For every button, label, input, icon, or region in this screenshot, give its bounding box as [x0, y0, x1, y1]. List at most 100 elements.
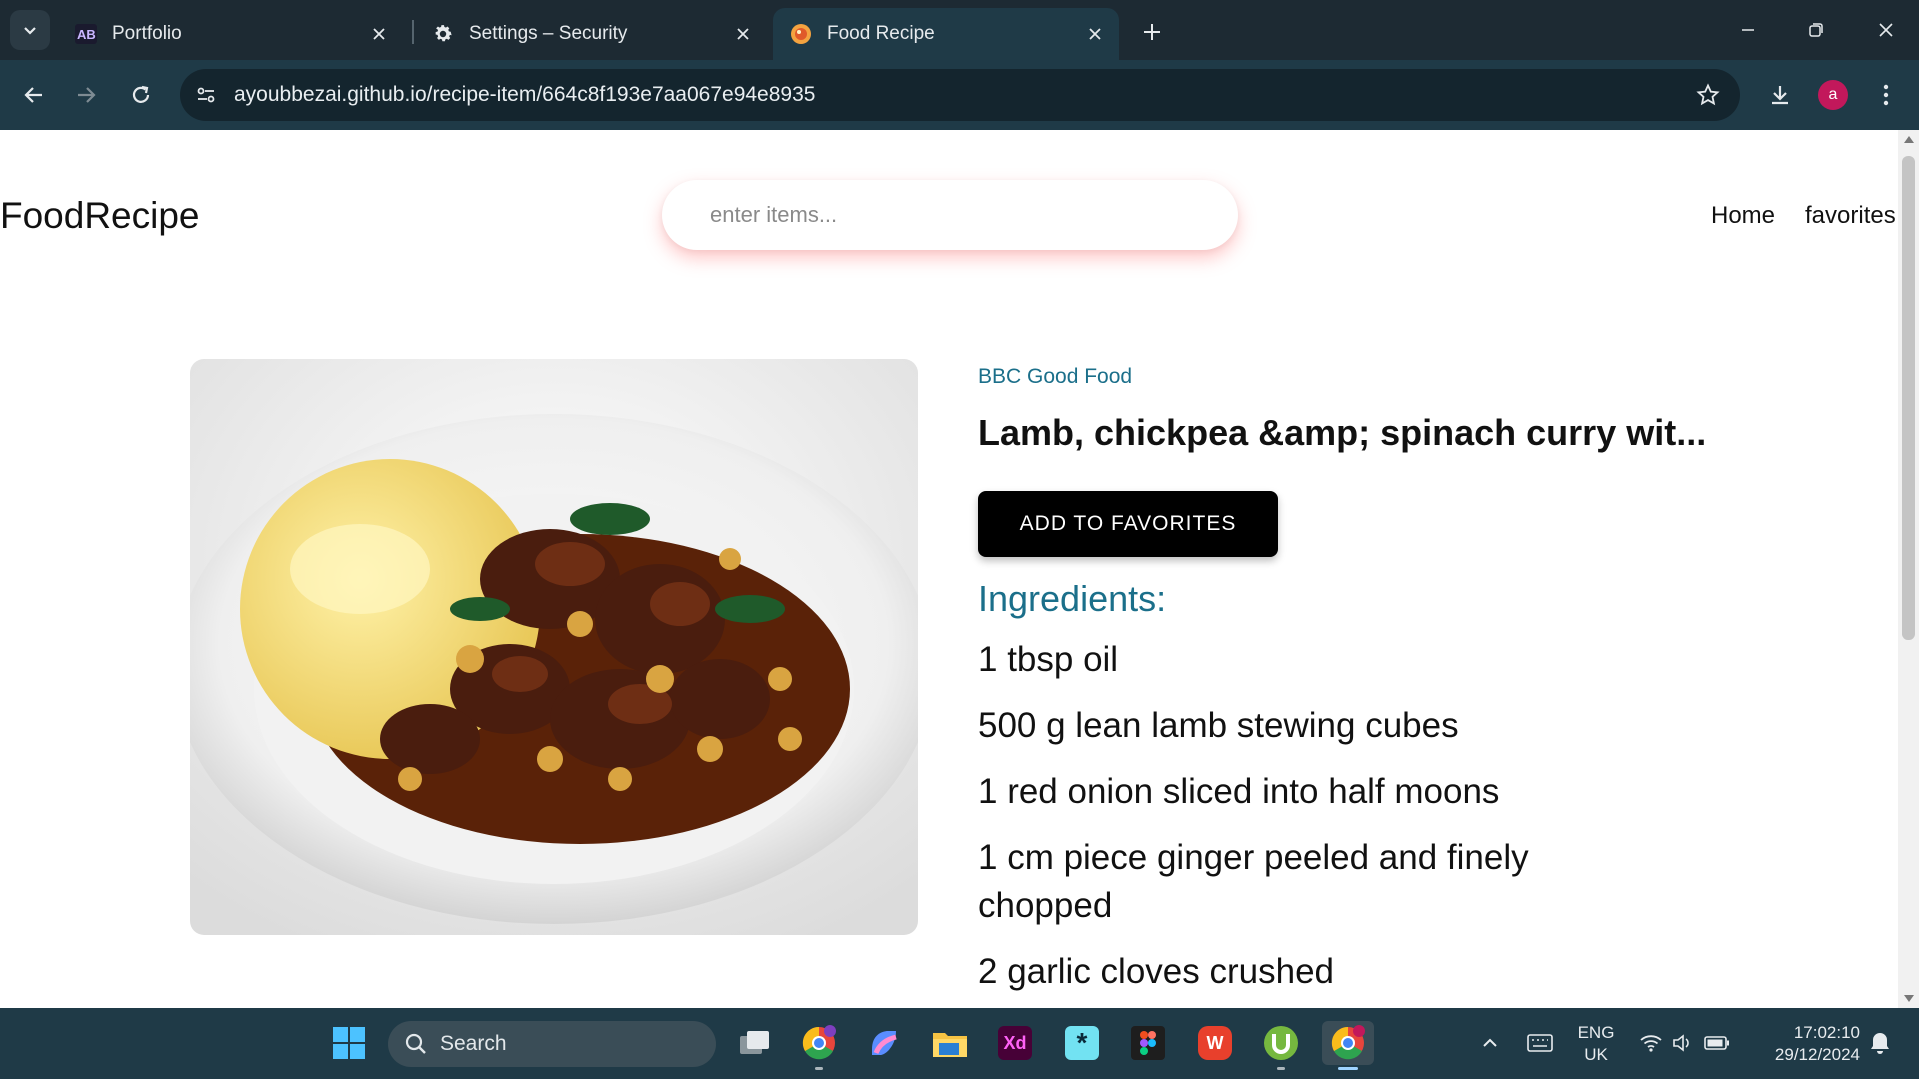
- chevron-up-icon: [1483, 1038, 1497, 1047]
- language-indicator[interactable]: ENG UK: [1568, 1022, 1624, 1066]
- address-bar[interactable]: ayoubbezai.github.io/recipe-item/664c8f1…: [180, 69, 1740, 121]
- taskbar-snipping-app[interactable]: *: [1060, 1021, 1104, 1065]
- close-icon[interactable]: [1081, 20, 1109, 48]
- reload-button[interactable]: [121, 75, 161, 115]
- site-logo[interactable]: FoodRecipe: [0, 195, 200, 237]
- tab-search-button[interactable]: [10, 10, 50, 50]
- site-settings-icon[interactable]: [186, 75, 226, 115]
- taskbar-chrome-profile-a[interactable]: [1322, 1021, 1374, 1070]
- active-indicator: [1338, 1067, 1358, 1070]
- tab-settings-security[interactable]: Settings – Security: [415, 8, 767, 60]
- food-favicon-icon: [789, 22, 813, 46]
- adobe-xd-icon: Xd: [998, 1026, 1032, 1060]
- task-view-button[interactable]: [733, 1021, 777, 1065]
- taskbar-adobe-xd[interactable]: Xd: [993, 1021, 1037, 1065]
- web-page: FoodRecipe Home favorites: [0, 130, 1898, 1008]
- running-indicator: [815, 1067, 823, 1070]
- tab-portfolio[interactable]: AB Portfolio: [58, 8, 403, 60]
- tab-title: Portfolio: [112, 23, 182, 44]
- volume-icon: [1673, 1034, 1689, 1052]
- windows-taskbar: Search Xd * W ENG UK 17:02:10 29/12/2024: [0, 1008, 1919, 1079]
- nav-link-home[interactable]: Home: [1711, 202, 1775, 230]
- reload-icon: [132, 85, 150, 103]
- svg-text:AB: AB: [77, 27, 96, 42]
- close-icon[interactable]: [729, 20, 757, 48]
- close-icon: [1879, 23, 1893, 37]
- tab-title: Food Recipe: [827, 23, 935, 44]
- touch-keyboard-button[interactable]: [1518, 1021, 1562, 1065]
- recipe-title: Lamb, chickpea &amp; spinach curry wit..…: [978, 412, 1707, 453]
- figma-icon: [1131, 1026, 1165, 1060]
- ingredients-list: 1 tbsp oil 500 g lean lamb stewing cubes…: [978, 636, 1598, 1008]
- ingredient-item: 500 g lean lamb stewing cubes: [978, 706, 1459, 745]
- start-button[interactable]: [327, 1021, 371, 1065]
- utorrent-icon: [1264, 1026, 1298, 1060]
- gear-icon: [431, 22, 455, 46]
- avatar: a: [1818, 80, 1848, 110]
- minimize-button[interactable]: [1726, 10, 1770, 50]
- search-icon: [405, 1033, 426, 1054]
- arrow-left-icon: [24, 87, 42, 103]
- new-tab-button[interactable]: [1134, 14, 1170, 50]
- clock[interactable]: 17:02:10 29/12/2024: [1756, 1022, 1860, 1066]
- close-window-button[interactable]: [1864, 10, 1908, 50]
- browser-menu-button[interactable]: [1866, 75, 1906, 115]
- asterisk-app-icon: *: [1065, 1026, 1099, 1060]
- battery-icon: [1704, 1036, 1729, 1050]
- search-input[interactable]: [710, 202, 1190, 228]
- minimize-icon: [1742, 29, 1754, 31]
- back-button[interactable]: [14, 75, 54, 115]
- windows-logo-icon: [333, 1027, 365, 1059]
- taskbar-copilot[interactable]: [862, 1021, 906, 1065]
- restore-icon: [1809, 23, 1823, 37]
- scroll-down-icon[interactable]: [1904, 995, 1914, 1002]
- clock-time: 17:02:10: [1793, 1023, 1860, 1042]
- wifi-icon: [1640, 1035, 1662, 1052]
- ingredient-item: 1 red onion sliced into half moons: [978, 772, 1500, 811]
- taskbar-search-label: Search: [440, 1032, 507, 1055]
- clock-date: 29/12/2024: [1774, 1045, 1860, 1064]
- kebab-menu-icon: [1883, 84, 1889, 106]
- download-icon: [1772, 86, 1788, 105]
- scrollbar-thumb[interactable]: [1902, 156, 1915, 640]
- nav-link-favorites[interactable]: favorites: [1805, 202, 1896, 230]
- scroll-up-icon[interactable]: [1904, 136, 1914, 143]
- taskbar-chrome-profile-b[interactable]: [797, 1021, 841, 1070]
- bell-icon: [1871, 1033, 1889, 1054]
- browser-tab-bar: AB Portfolio Settings – Security Food Re…: [0, 0, 1919, 60]
- taskbar-file-explorer[interactable]: [928, 1021, 972, 1065]
- profile-button[interactable]: a: [1813, 75, 1853, 115]
- tab-title: Settings – Security: [469, 23, 628, 44]
- browser-toolbar: ayoubbezai.github.io/recipe-item/664c8f1…: [0, 60, 1919, 130]
- taskbar-wps-office[interactable]: W: [1193, 1021, 1237, 1065]
- chrome-icon: [1331, 1025, 1365, 1060]
- arrow-right-icon: [78, 87, 96, 103]
- task-view-icon: [740, 1031, 769, 1054]
- tab-separator: [412, 20, 414, 44]
- bookmark-star-icon[interactable]: [1688, 75, 1728, 115]
- taskbar-search[interactable]: Search: [388, 1021, 716, 1067]
- forward-button[interactable]: [66, 75, 106, 115]
- chevron-down-icon: [24, 27, 36, 35]
- ingredient-item: 2 garlic cloves crushed: [978, 952, 1334, 991]
- restore-button[interactable]: [1794, 10, 1838, 50]
- taskbar-utorrent[interactable]: [1259, 1021, 1303, 1070]
- ingredient-item: 1 cm piece ginger peeled and finely chop…: [978, 838, 1529, 925]
- ingredients-heading: Ingredients:: [978, 578, 1167, 619]
- quick-settings-button[interactable]: [1630, 1021, 1740, 1065]
- close-icon[interactable]: [365, 20, 393, 48]
- url-text[interactable]: ayoubbezai.github.io/recipe-item/664c8f1…: [234, 83, 1688, 107]
- add-to-favorites-button[interactable]: ADD TO FAVORITES: [978, 491, 1278, 557]
- page-scrollbar[interactable]: [1898, 130, 1919, 1008]
- language-code: ENG: [1577, 1023, 1615, 1042]
- ab-logo-icon: AB: [74, 22, 98, 46]
- chrome-icon: [802, 1025, 836, 1060]
- folder-icon: [933, 1033, 967, 1057]
- downloads-button[interactable]: [1760, 75, 1800, 115]
- wps-office-icon: W: [1198, 1026, 1232, 1060]
- tab-food-recipe[interactable]: Food Recipe: [773, 8, 1119, 60]
- show-hidden-icons-button[interactable]: [1468, 1021, 1512, 1065]
- plus-icon: [1144, 24, 1160, 40]
- taskbar-figma[interactable]: [1126, 1021, 1170, 1065]
- notifications-button[interactable]: [1858, 1021, 1902, 1065]
